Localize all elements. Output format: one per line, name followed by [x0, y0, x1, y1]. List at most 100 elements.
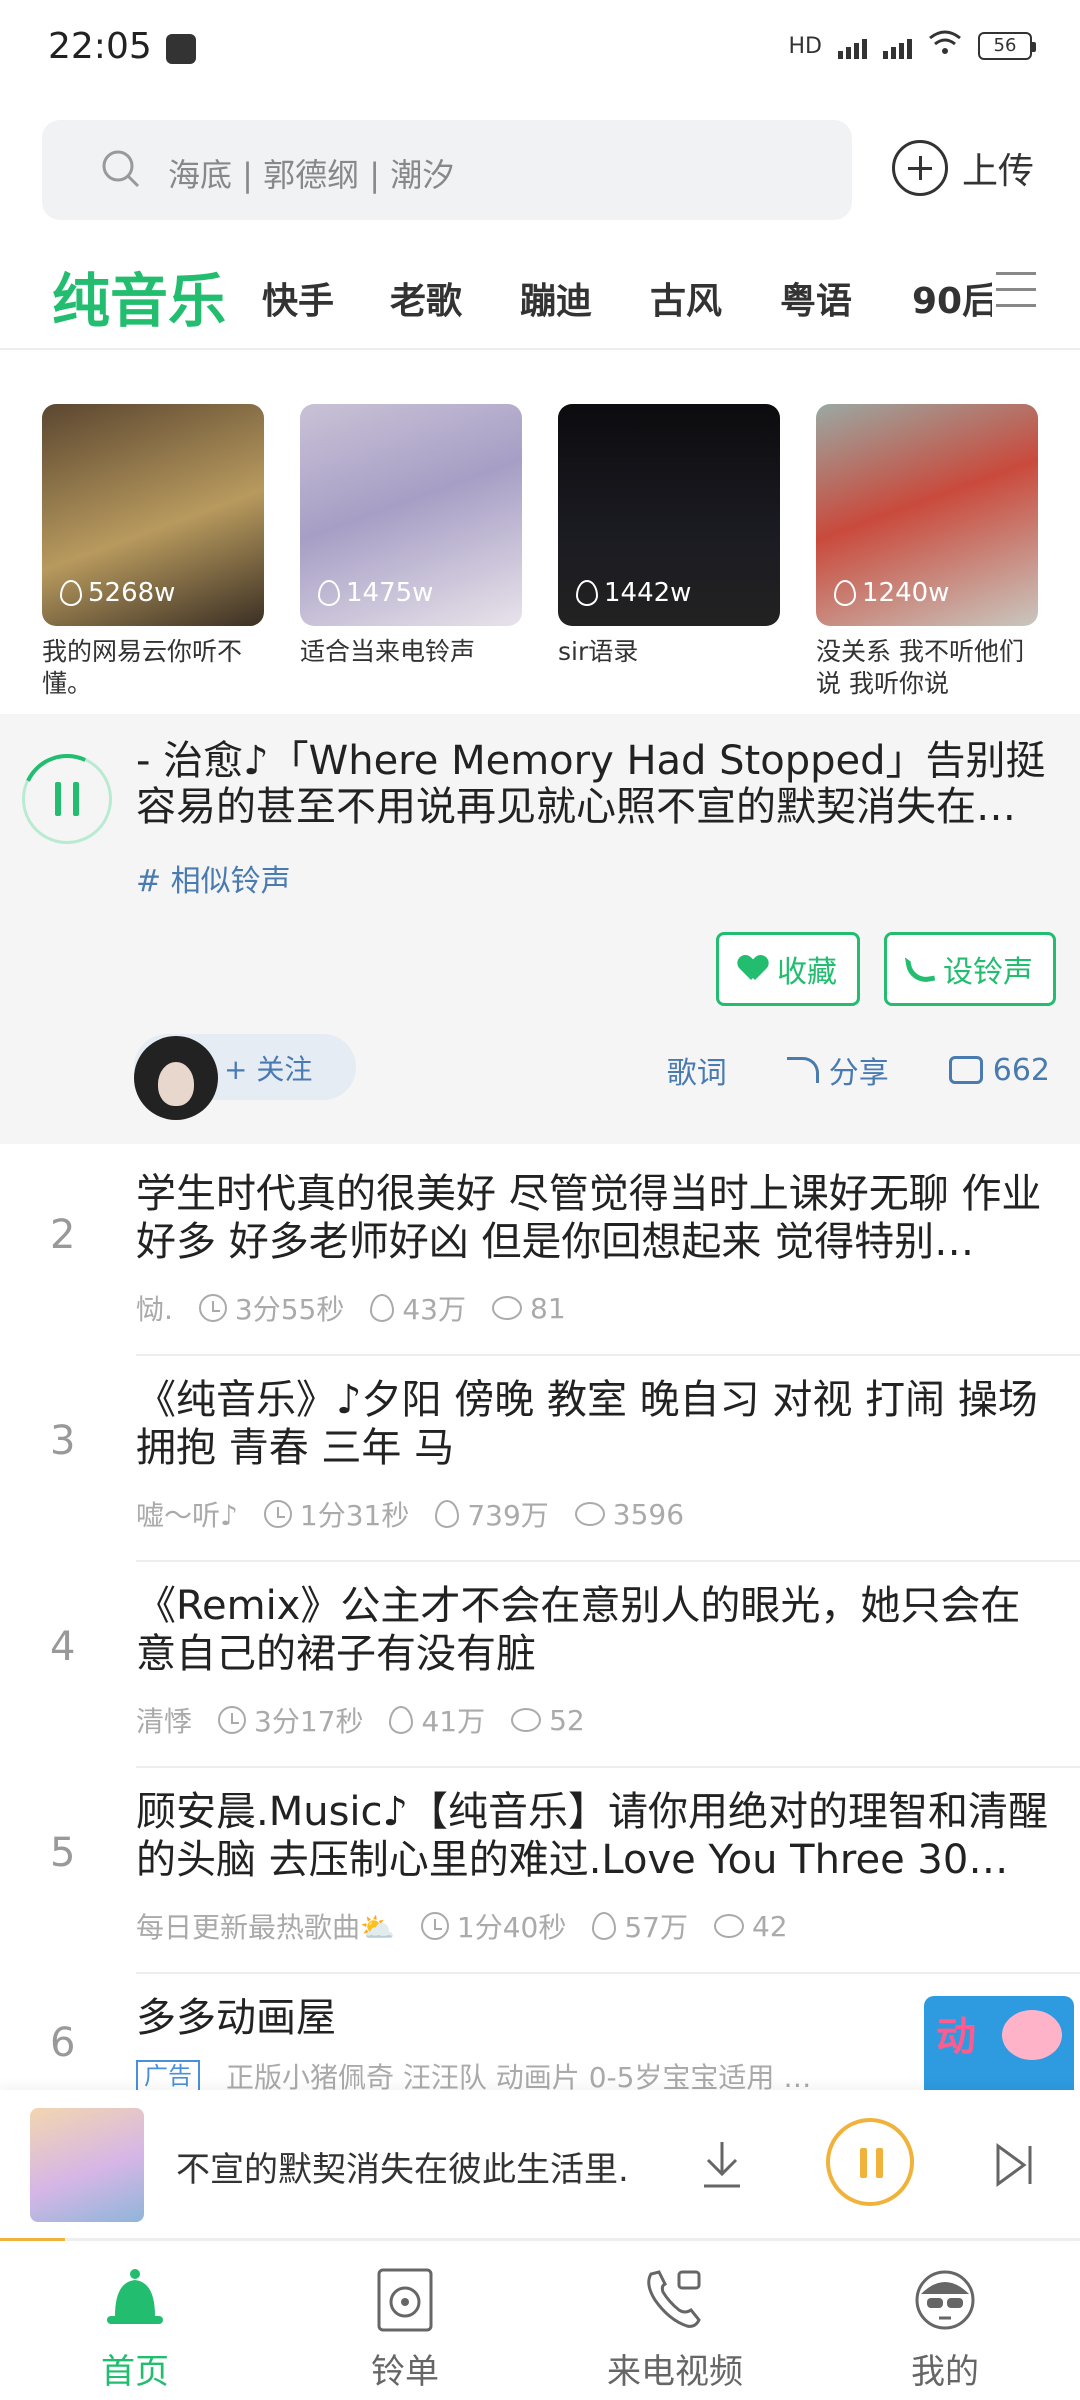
nav-tab-call-video[interactable]: 来电视频 [540, 2244, 810, 2400]
category-tab[interactable]: 蹦迪 [520, 272, 592, 324]
comment-icon [511, 1708, 542, 1732]
playlist-title: 没关系 我不听他们说 我听你说 [816, 637, 1024, 698]
lyrics-button[interactable]: 歌词 [667, 1048, 727, 1092]
heart-icon [739, 956, 767, 982]
playback-progress [0, 2238, 1080, 2241]
plus-circle-icon [892, 140, 948, 196]
fire-icon [435, 1500, 460, 1528]
share-icon [786, 1057, 819, 1083]
hd-icon: HD [788, 33, 822, 59]
now-playing-title[interactable]: - 治愈♪「Where Memory Had Stopped」告别挺容易的甚至不… [136, 738, 1066, 830]
collect-button[interactable]: 收藏 [716, 932, 860, 1006]
list-item[interactable]: 3 《纯音乐》♪夕阳 傍晚 教室 晚自习 对视 打闹 操场 拥抱 青春 三年 马… [0, 1356, 1080, 1562]
list-item-author: 每日更新最热歌曲⛅ [136, 1911, 395, 1944]
nav-tab-profile[interactable]: 我的 [810, 2244, 1080, 2400]
comment-icon [492, 1296, 522, 1320]
comment-icon [948, 1056, 983, 1084]
list-item-title: 学生时代真的很美好 尽管觉得当时上课好无聊 作业好多 好多老师好凶 但是你回想起… [136, 1171, 1042, 1265]
playlist-cover: 1475w [300, 404, 522, 626]
wifi-icon [928, 30, 962, 62]
fire-icon [834, 580, 856, 606]
bell-icon [107, 2269, 163, 2324]
playlist-card[interactable]: 1240w 没关系 我不听他们说 我听你说 [816, 404, 1038, 700]
player-cover[interactable] [30, 2108, 144, 2222]
playlist-title: 我的网易云你听不懂。 [42, 637, 243, 698]
ad-thumbnail: 动 [924, 1996, 1074, 2094]
play-count: 1240w [862, 578, 950, 608]
playlist-cover: 5268w [42, 404, 264, 626]
speaker-icon [377, 2268, 433, 2332]
set-ringtone-button[interactable]: 设铃声 [884, 932, 1056, 1006]
list-item[interactable]: 4 《Remix》公主才不会在意别人的眼光，她只会在意自己的裙子有没有脏 清悸 … [0, 1562, 1080, 1768]
upload-label: 上传 [962, 151, 1035, 192]
list-item-comments: 52 [549, 1703, 585, 1737]
playlist-card[interactable]: 1442w sir语录 [558, 404, 780, 668]
list-item-plays: 43万 [402, 1293, 466, 1326]
category-tab[interactable]: 老歌 [390, 272, 462, 324]
next-track-icon[interactable] [994, 2142, 1034, 2188]
nav-tab-ringlist[interactable]: 铃单 [270, 2244, 540, 2400]
list-item-comments: 42 [751, 1909, 788, 1943]
list-item-duration: 3分55秒 [234, 1293, 345, 1326]
player-pause-button[interactable] [826, 2118, 914, 2206]
phone-icon [904, 952, 936, 986]
playlist-title: 适合当来电铃声 [300, 637, 476, 666]
play-count: 1442w [604, 578, 692, 608]
search-bar[interactable]: 海底 | 郭德纲 | 潮汐 [42, 120, 852, 220]
signal-4g-icon [838, 33, 867, 59]
list-item-author: 清悸 [136, 1705, 193, 1738]
search-placeholder: 海底 | 郭德纲 | 潮汐 [168, 156, 455, 194]
list-item[interactable]: 5 顾安晨.Music♪【纯音乐】请你用绝对的理智和清醒的头脑 去压制心里的难过… [0, 1768, 1080, 1974]
download-icon[interactable] [700, 2138, 744, 2190]
category-tab[interactable]: 粤语 [780, 272, 852, 324]
list-item-number: 6 [50, 2020, 76, 2066]
list-item-plays: 739万 [467, 1499, 549, 1532]
playback-progress-fill [0, 2238, 65, 2241]
play-count: 5268w [88, 578, 176, 608]
upload-button[interactable]: 上传 [892, 140, 1034, 196]
profile-icon [915, 2270, 975, 2330]
fire-icon [370, 1294, 395, 1322]
playlist-card[interactable]: 5268w 我的网易云你听不懂。 [42, 404, 264, 700]
list-item-title: 《Remix》公主才不会在意别人的眼光，她只会在意自己的裙子有没有脏 [136, 1583, 1021, 1677]
nav-tab-home[interactable]: 首页 [0, 2244, 270, 2400]
list-item-author: 恸. [136, 1293, 173, 1326]
list-item-number: 5 [50, 1830, 76, 1876]
category-tab[interactable]: 90后 [912, 272, 992, 324]
category-tab[interactable]: 古风 [650, 272, 722, 324]
category-tabs: 纯音乐 快手 老歌 蹦迪 古风 粤语 90后 [0, 250, 1080, 350]
list-item-plays: 57万 [624, 1911, 688, 1944]
author-avatar[interactable] [134, 1036, 218, 1120]
similar-ringtones-link[interactable]: # 相似铃声 [136, 856, 291, 900]
list-item-number: 2 [50, 1212, 76, 1258]
signal-5g-icon [883, 33, 912, 59]
list-item-number: 4 [50, 1624, 76, 1670]
playlist-title: sir语录 [558, 637, 639, 666]
clock-icon [420, 1912, 449, 1940]
app-notification-icon [166, 34, 196, 64]
list-item-comments: 3596 [612, 1497, 685, 1531]
comments-button[interactable]: 662 [948, 1053, 1050, 1088]
category-tab-active[interactable]: 纯音乐 [52, 254, 226, 338]
now-playing-item: - 治愈♪「Where Memory Had Stopped」告别挺容易的甚至不… [0, 714, 1080, 1144]
fire-icon [318, 580, 340, 606]
clock-icon [263, 1500, 292, 1528]
status-time: 22:05 [48, 26, 152, 67]
playlist-cover: 1240w [816, 404, 1038, 626]
player-lyric: 不宣的默契消失在彼此生活里. [176, 2150, 629, 2190]
category-menu-icon[interactable] [996, 272, 1036, 312]
list-item-duration: 1分40秒 [456, 1911, 567, 1944]
list-item-duration: 3分17秒 [254, 1705, 364, 1738]
mini-player[interactable]: 不宣的默契消失在彼此生活里. [0, 2090, 1080, 2240]
category-tab[interactable]: 快手 [262, 272, 334, 324]
play-count: 1475w [346, 578, 434, 608]
share-button[interactable]: 分享 [786, 1048, 889, 1092]
list-item-author: 嘘～听♪ [136, 1499, 238, 1532]
list-item-title: 《纯音乐》♪夕阳 傍晚 教室 晚自习 对视 打闹 操场 拥抱 青春 三年 马 [136, 1377, 1038, 1471]
list-item-duration: 1分31秒 [299, 1499, 410, 1532]
ad-list-item[interactable]: 6 多多动画屋 广告 正版小猪佩奇 汪汪队 动画片 0-5岁宝宝适用 … 动 [0, 1974, 1080, 2094]
list-item-comments: 81 [530, 1291, 566, 1325]
playlist-card[interactable]: 1475w 适合当来电铃声 [300, 404, 522, 668]
list-item[interactable]: 2 学生时代真的很美好 尽管觉得当时上课好无聊 作业好多 好多老师好凶 但是你回… [0, 1150, 1080, 1356]
fire-icon [60, 580, 82, 606]
